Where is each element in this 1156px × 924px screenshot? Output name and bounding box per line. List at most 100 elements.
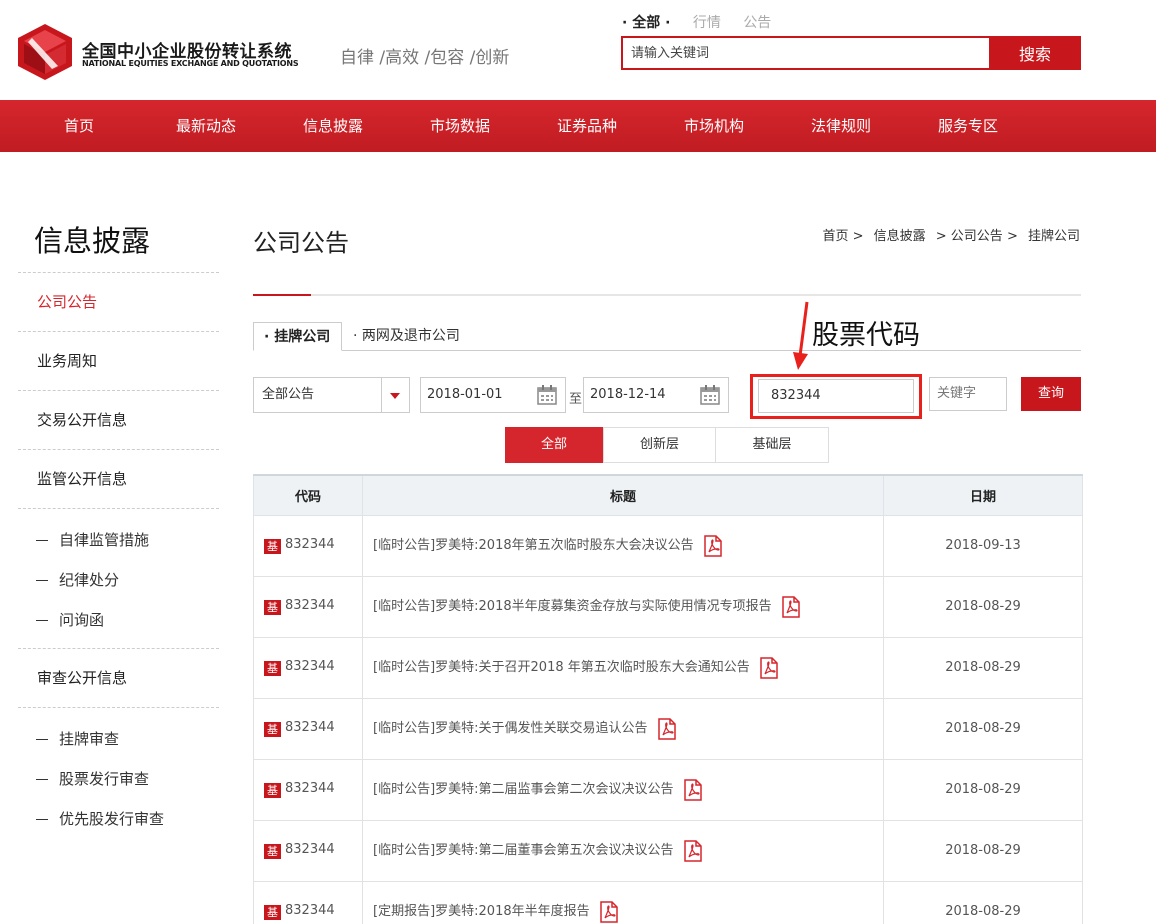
sidebar-item-business-notices[interactable]: 业务周知 [18,331,219,390]
pdf-icon[interactable] [683,779,702,801]
cell-title: [临时公告]罗美特:关于召开2018 年第五次临时股东大会通知公告 [362,636,884,699]
pdf-icon[interactable] [760,657,778,679]
nav-securities[interactable]: 证券品种 [557,100,617,152]
sidebar-item-trading-info[interactable]: 交易公开信息 [18,390,219,449]
sidebar-sub-listing-review[interactable]: 挂牌审查 [36,728,119,749]
table-row[interactable]: 基 832344 [临时公告]罗美特:第二届监事会第二次会议决议公告 2018-08-… [253,758,1083,821]
table-header-row: 代码 标题 日期 [253,474,1083,516]
stock-code-text: 832344 [285,842,335,857]
page-title: 公司公告 [253,229,349,257]
stock-code-text: 832344 [285,781,335,796]
cell-title: [临时公告]罗美特:2018半年度募集资金存放与实际使用情况专项报告 [362,575,884,638]
nav-laws[interactable]: 法律规则 [811,100,871,152]
segment-innovation[interactable]: 创新层 [603,427,716,463]
sidebar-sub-self-regulatory[interactable]: 自律监管措施 [36,529,149,550]
pdf-icon[interactable] [781,596,800,618]
pdf-icon[interactable] [657,718,676,740]
basic-tier-badge: 基 [264,539,281,554]
announcement-title-link[interactable]: [临时公告]罗美特:第二届董事会第五次会议决议公告 [373,843,674,858]
announcement-title-link[interactable]: [临时公告]罗美特:第二届监事会第二次会议决议公告 [373,782,674,797]
cell-code: 基 832344 [253,819,363,882]
basic-tier-badge: 基 [264,783,281,798]
scope-tab-announcements[interactable]: 公告 [743,15,771,31]
nav-market-data[interactable]: 市场数据 [430,100,490,152]
cell-code: 基 832344 [253,514,363,577]
cell-date: 2018-08-29 [883,697,1083,760]
cell-title: [定期报告]罗美特:2018年半年度报告 [362,880,884,924]
sidebar-sub-disciplinary[interactable]: 纪律处分 [36,569,119,590]
pdf-icon[interactable] [599,901,618,923]
table-row[interactable]: 基 832344 [定期报告]罗美特:2018年半年度报告 2018-08-29 [253,880,1083,924]
table-row[interactable]: 基 832344 [临时公告]罗美特:关于偶发性关联交易追认公告 2018-08-29 [253,697,1083,760]
breadcrumb: 首页 > 信息披露 > 公司公告 > 挂牌公司 [816,225,1080,244]
cell-title: [临时公告]罗美特:第二届董事会第五次会议决议公告 [362,819,884,882]
stock-code-annotation: 股票代码 [812,320,920,351]
tab-listed-companies[interactable]: · 挂牌公司 [253,322,342,351]
basic-tier-badge: 基 [264,722,281,737]
basic-tier-badge: 基 [264,661,281,676]
basic-tier-badge: 基 [264,844,281,859]
announcement-title-link[interactable]: [临时公告]罗美特:关于偶发性关联交易追认公告 [373,721,648,736]
date-from-field[interactable]: 2018-01-01 [420,377,566,413]
nav-home[interactable]: 首页 [64,100,94,152]
query-button[interactable]: 查询 [1021,377,1081,411]
scope-tab-all[interactable]: · 全部 · [622,15,670,31]
chevron-down-icon[interactable] [381,378,409,412]
segment-basic[interactable]: 基础层 [715,427,829,463]
sidebar-sub-preferred-stock-review[interactable]: 优先股发行审查 [36,808,164,829]
nav-institutions[interactable]: 市场机构 [684,100,744,152]
sidebar-item-review-info[interactable]: 审查公开信息 [18,648,219,707]
nav-latest-news[interactable]: 最新动态 [176,100,236,152]
cell-date: 2018-08-29 [883,575,1083,638]
calendar-icon[interactable] [700,385,720,405]
pdf-icon[interactable] [703,535,722,557]
calendar-icon[interactable] [537,385,557,405]
title-divider-accent [253,294,311,296]
sidebar-sub-stock-issuance-review[interactable]: 股票发行审查 [36,768,149,789]
date-from-value: 2018-01-01 [427,387,503,402]
segment-all[interactable]: 全部 [505,427,603,463]
pdf-icon[interactable] [683,840,702,862]
cell-date: 2018-08-29 [883,880,1083,924]
announcement-title-link[interactable]: [定期报告]罗美特:2018年半年度报告 [373,904,590,919]
scope-tab-quotes[interactable]: 行情 [693,15,721,31]
stock-code-input[interactable]: 832344 [758,379,914,413]
announcement-type-value: 全部公告 [262,387,315,402]
cell-date: 2018-08-29 [883,819,1083,882]
sidebar-item-company-announcements[interactable]: 公司公告 [18,272,219,331]
nav-disclosure[interactable]: 信息披露 [303,100,363,152]
announcement-title-link[interactable]: [临时公告]罗美特:2018半年度募集资金存放与实际使用情况专项报告 [373,599,772,614]
neeq-logo-icon[interactable] [18,24,72,80]
announcement-type-select[interactable]: 全部公告 [253,377,410,413]
table-row[interactable]: 基 832344 [临时公告]罗美特:第二届董事会第五次会议决议公告 2018-08-… [253,819,1083,882]
cell-code: 基 832344 [253,697,363,760]
search-input[interactable] [621,36,989,70]
table-row[interactable]: 基 832344 [临时公告]罗美特:2018年第五次临时股东大会决议公告 2018-… [253,514,1083,577]
keyword-input[interactable]: 关键字 [929,377,1007,411]
basic-tier-badge: 基 [264,600,281,615]
table-row[interactable]: 基 832344 [临时公告]罗美特:关于召开2018 年第五次临时股东大会通知公告… [253,636,1083,699]
table-row[interactable]: 基 832344 [临时公告]罗美特:2018半年度募集资金存放与实际使用情况专项报… [253,575,1083,638]
date-to-field[interactable]: 2018-12-14 [583,377,729,413]
announcement-title-link[interactable]: [临时公告]罗美特:2018年第五次临时股东大会决议公告 [373,538,694,553]
title-divider [253,294,1081,296]
nav-services[interactable]: 服务专区 [938,100,998,152]
sidebar-item-regulatory-info[interactable]: 监管公开信息 [18,449,219,508]
announcements-table: 代码 标题 日期 基 832344 [临时公告]罗美特:2018年第五次临时股东大会… [253,474,1083,924]
tab-delisted-companies[interactable]: · 两网及退市公司 [343,322,470,351]
announcement-title-link[interactable]: [临时公告]罗美特:关于召开2018 年第五次临时股东大会通知公告 [373,660,750,675]
breadcrumb-home[interactable]: 首页 > [822,229,863,244]
cell-date: 2018-08-29 [883,636,1083,699]
stock-code-text: 832344 [285,720,335,735]
cell-title: [临时公告]罗美特:2018年第五次临时股东大会决议公告 [362,514,884,577]
breadcrumb-current: 挂牌公司 [1027,229,1080,244]
cell-code: 基 832344 [253,575,363,638]
cell-code: 基 832344 [253,880,363,924]
breadcrumb-announcements[interactable]: > 公司公告 > [936,229,1018,244]
col-header-code: 代码 [253,474,363,516]
search-button[interactable]: 搜索 [989,36,1081,70]
breadcrumb-disclosure[interactable]: 信息披露 [874,229,926,244]
sidebar-sub-inquiry-letters[interactable]: 问询函 [36,609,104,630]
table-body: 基 832344 [临时公告]罗美特:2018年第五次临时股东大会决议公告 2018-… [253,514,1083,924]
cell-date: 2018-08-29 [883,758,1083,821]
